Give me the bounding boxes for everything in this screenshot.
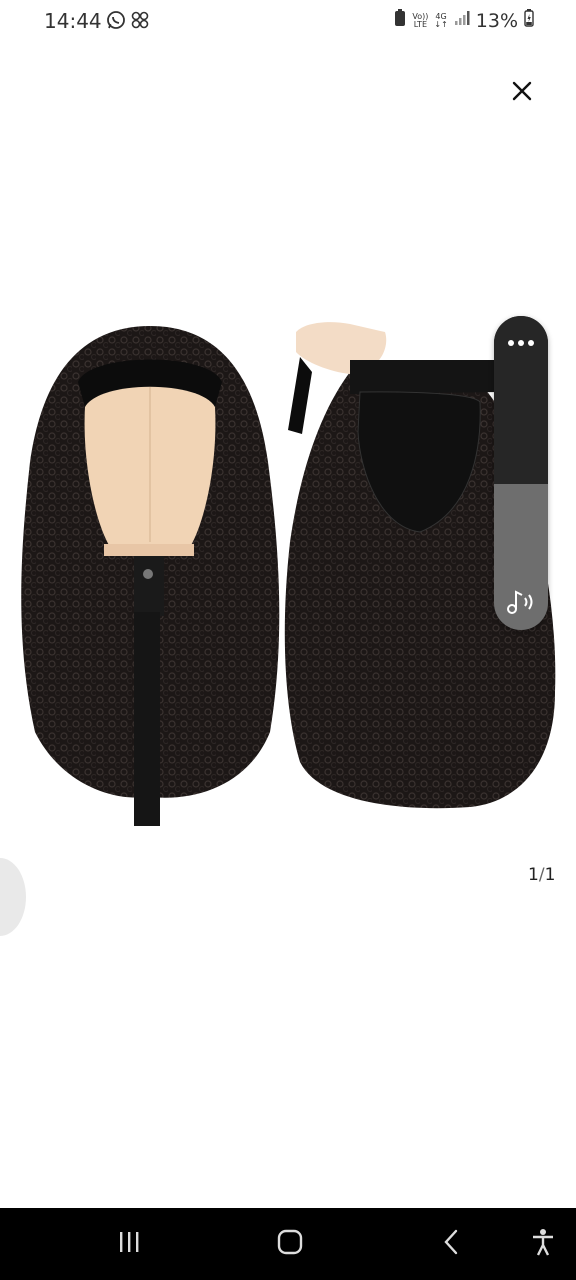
- back-icon: [442, 1229, 462, 1260]
- volte-indicator: Vo)) LTE: [412, 12, 428, 29]
- home-button[interactable]: [270, 1226, 310, 1262]
- audio-button[interactable]: [500, 584, 542, 624]
- more-dots-icon: [508, 340, 514, 346]
- close-button[interactable]: [505, 76, 539, 110]
- status-notification-icons: [106, 10, 150, 35]
- product-image[interactable]: [0, 312, 576, 832]
- battery-percent: 13%: [475, 9, 518, 32]
- status-bar: 14:44 Vo)) LTE 4G ↓↑ 13%: [0, 0, 576, 42]
- pinwheel-icon: [130, 10, 150, 35]
- navigation-bar: [0, 1208, 576, 1280]
- page-current: 1: [528, 865, 539, 885]
- headband-wig-on-mannequin: [21, 326, 280, 826]
- recent-apps-button[interactable]: [109, 1226, 149, 1262]
- home-icon: [277, 1229, 303, 1260]
- lte-label: LTE: [413, 19, 427, 29]
- previous-image-button[interactable]: [0, 858, 26, 936]
- battery-saver-icon: [394, 9, 406, 32]
- data-arrows-icon: ↓↑: [434, 19, 448, 29]
- signal-icon: [454, 10, 470, 31]
- accessibility-icon: [531, 1228, 555, 1261]
- recent-apps-icon: [116, 1230, 142, 1259]
- music-audio-icon: [505, 588, 537, 621]
- close-icon: [511, 80, 533, 107]
- status-time: 14:44: [44, 9, 102, 33]
- battery-icon: [524, 9, 534, 32]
- accessibility-button[interactable]: [523, 1226, 563, 1262]
- floating-media-panel: [494, 316, 548, 630]
- back-button[interactable]: [432, 1226, 472, 1262]
- page-total: 1: [544, 865, 556, 885]
- data-indicator: 4G ↓↑: [434, 12, 448, 29]
- page-counter: 1/1: [528, 865, 555, 885]
- status-system-icons: Vo)) LTE 4G ↓↑ 13%: [394, 9, 534, 32]
- whatsapp-icon: [106, 10, 126, 35]
- more-options-button[interactable]: [494, 326, 548, 360]
